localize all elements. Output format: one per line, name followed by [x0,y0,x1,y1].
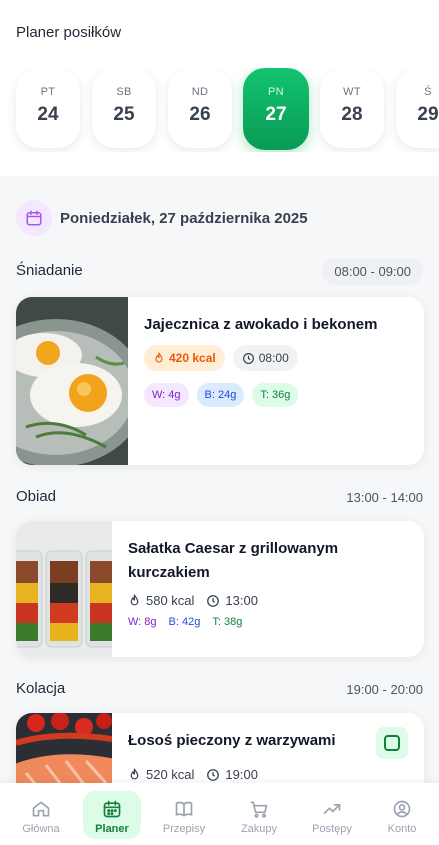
selected-date: Poniedziałek, 27 października 2025 [60,209,308,227]
kcal-value-row: 520 kcal [128,767,194,782]
meal-type-label: Śniadanie [16,262,83,279]
day-number: 29 [417,104,439,125]
meal-time: 19:00 [225,767,258,782]
nav-label: Planer [95,823,129,835]
day-number: 26 [189,104,211,125]
day-pill[interactable]: PT 24 [16,68,80,148]
meal-time-range: 08:00 - 09:00 [322,258,423,285]
day-number: 28 [341,104,363,125]
nav-label: Postępy [312,823,352,835]
day-name: PN [268,86,284,98]
kcal-value-row: 580 kcal [128,593,194,608]
nav-label: Zakupy [240,823,278,835]
nav-account[interactable]: Konto [373,791,431,839]
day-number: 25 [113,104,135,125]
meal-name: Jajecznica z awokado i bekonem [144,316,378,333]
day-name: SB [116,86,132,98]
meal-info: Sałatka Caesar z grillowanym kurczakiem … [112,521,424,657]
meal-time-range: 13:00 - 14:00 [346,490,423,505]
meal-name: Sałatka Caesar z grillowanym kurczakiem [128,540,339,581]
clock-icon [207,594,220,607]
kcal-value: 580 kcal [146,593,195,608]
time-row: 19:00 [206,767,258,782]
carbs-badge: W: 4g [144,383,189,407]
header-area: Planer posiłków PT 24 SB 25 ND 26 PN 27 … [0,0,439,176]
fat-badge: T: 36g [252,383,299,407]
day-selector: PT 24 SB 25 ND 26 PN 27 WT 28 Ś 29 [0,68,439,152]
day-pill[interactable]: SB 25 [92,68,156,148]
nav-label: Przepisy [162,823,206,835]
cart-icon [250,801,268,818]
selected-date-row: Poniedziałek, 27 października 2025 [16,200,308,236]
day-pill[interactable]: Ś 29 [396,68,439,148]
nav-planner[interactable]: Planer [83,791,141,839]
bottom-nav: Główna Planer Przepisy Zakupy Postępy Ko… [0,783,439,845]
book-icon [175,801,193,817]
day-pill[interactable]: WT 28 [320,68,384,148]
checkbox-icon [384,735,400,751]
protein-badge: B: 24g [196,383,245,407]
meal-card[interactable]: Sałatka Caesar z grillowanym kurczakiem … [16,521,424,657]
fat-value: T: 38g [212,616,243,628]
user-icon [393,800,411,818]
time-row: 13:00 [206,593,258,608]
nav-progress[interactable]: Postępy [303,791,361,839]
meal-name: Łosoś pieczony z warzywami [128,732,336,749]
day-name: ND [191,86,209,98]
nav-home[interactable]: Główna [12,791,70,839]
home-icon [32,801,50,817]
nav-label: Konto [387,823,417,835]
day-pill-selected[interactable]: PN 27 [243,68,309,150]
meal-type-label: Kolacja [16,680,66,697]
calendar-icon [16,200,52,236]
meal-photo [16,521,123,657]
nav-recipes[interactable]: Przepisy [155,791,213,839]
time-badge: 08:00 [232,345,298,371]
nav-shopping[interactable]: Zakupy [230,791,288,839]
day-name: PT [40,86,56,98]
flame-icon [130,594,139,606]
flame-icon [130,768,139,780]
carbs-value: W: 8g [128,616,157,628]
day-name: Ś [424,86,432,98]
calendar-icon [103,800,121,818]
meal-time-range: 19:00 - 20:00 [346,682,423,697]
meal-type-label: Obiad [16,488,57,505]
page-title: Planer posiłków [16,24,122,41]
kcal-value: 520 kcal [146,767,195,782]
kcal-badge: 420 kcal [144,345,225,371]
day-pill[interactable]: ND 26 [168,68,232,148]
day-number: 24 [37,104,59,125]
nav-label: Główna [22,823,60,835]
meal-time: 13:00 [225,593,258,608]
meal-card[interactable]: Jajecznica z awokado i bekonem 420 kcal … [16,297,424,465]
day-number: 27 [265,104,287,125]
clock-icon [242,352,254,364]
flame-icon [155,352,163,363]
trend-icon [323,804,341,814]
protein-value: B: 42g [168,616,201,628]
mark-eaten-checkbox[interactable] [376,727,408,759]
day-name: WT [343,86,361,98]
meal-info: Jajecznica z awokado i bekonem 420 kcal … [128,297,424,465]
meal-photo [16,297,146,465]
clock-icon [207,768,220,781]
kcal-value: 420 kcal [169,351,216,365]
meal-time: 08:00 [258,351,289,365]
